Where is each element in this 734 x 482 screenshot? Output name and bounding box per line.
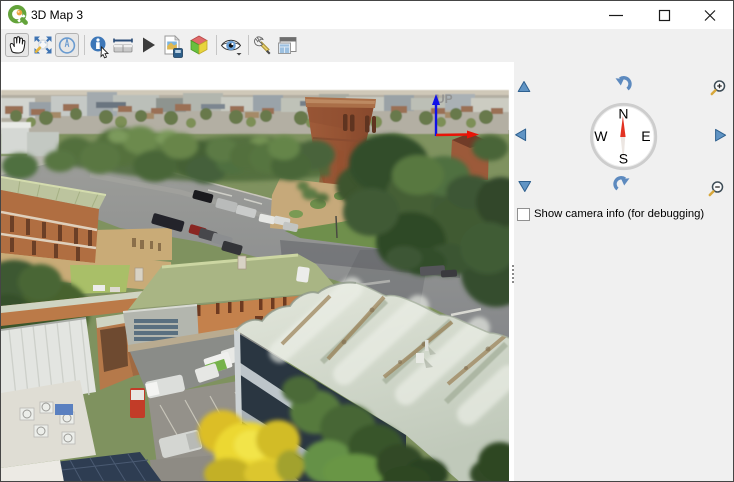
svg-text:N: N	[618, 106, 628, 122]
svg-text:E: E	[641, 128, 650, 144]
svg-text:S: S	[619, 151, 628, 167]
svg-text:W: W	[594, 128, 608, 144]
